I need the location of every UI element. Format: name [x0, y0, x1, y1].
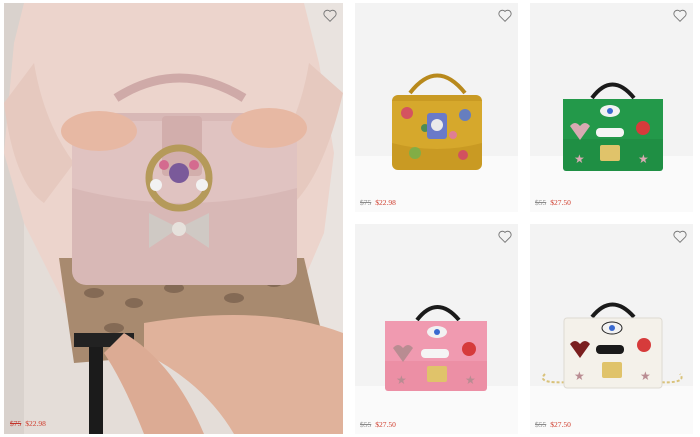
svg-text:★: ★ [640, 369, 651, 383]
product-image-white-handbag[interactable]: ★ ★ [530, 224, 693, 434]
product-card-pink[interactable]: ★ ★ $55 $27.50 [355, 224, 518, 434]
price-line: $55 $27.50 [535, 420, 571, 429]
sale-price: $27.50 [550, 420, 571, 429]
svg-text:★: ★ [574, 369, 585, 383]
price-line: $75 $22.98 [360, 198, 396, 207]
sale-price: $27.50 [550, 198, 571, 207]
price-line: $75 $22.98 [10, 419, 46, 428]
product-image-mustard-handbag[interactable] [355, 3, 518, 212]
original-price: $75 [360, 198, 372, 207]
original-price: $55 [360, 420, 372, 429]
sale-price: $22.98 [25, 419, 46, 428]
favorite-heart-icon[interactable] [323, 9, 337, 22]
product-image-green-handbag[interactable]: ★ ★ [530, 3, 693, 212]
product-image-blush-handbag[interactable] [4, 3, 343, 434]
product-image-pink-handbag[interactable]: ★ ★ [355, 224, 518, 434]
favorite-heart-icon[interactable] [498, 230, 512, 243]
svg-text:★: ★ [396, 373, 407, 387]
svg-text:★: ★ [638, 152, 649, 166]
price-line: $55 $27.50 [360, 420, 396, 429]
original-price: $55 [535, 198, 547, 207]
product-card-hero[interactable]: $75 $22.98 [4, 3, 343, 434]
product-card-green[interactable]: ★ ★ $55 $27.50 [530, 3, 693, 212]
favorite-heart-icon[interactable] [673, 230, 687, 243]
original-price: $75 [10, 419, 22, 428]
favorite-heart-icon[interactable] [673, 9, 687, 22]
original-price: $55 [535, 420, 547, 429]
sale-price: $27.50 [375, 420, 396, 429]
favorite-heart-icon[interactable] [498, 9, 512, 22]
product-card-mustard[interactable]: $75 $22.98 [355, 3, 518, 212]
price-line: $55 $27.50 [535, 198, 571, 207]
svg-text:★: ★ [465, 373, 476, 387]
product-card-white[interactable]: ★ ★ $55 $27.50 [530, 224, 693, 434]
svg-text:★: ★ [574, 152, 585, 166]
sale-price: $22.98 [375, 198, 396, 207]
